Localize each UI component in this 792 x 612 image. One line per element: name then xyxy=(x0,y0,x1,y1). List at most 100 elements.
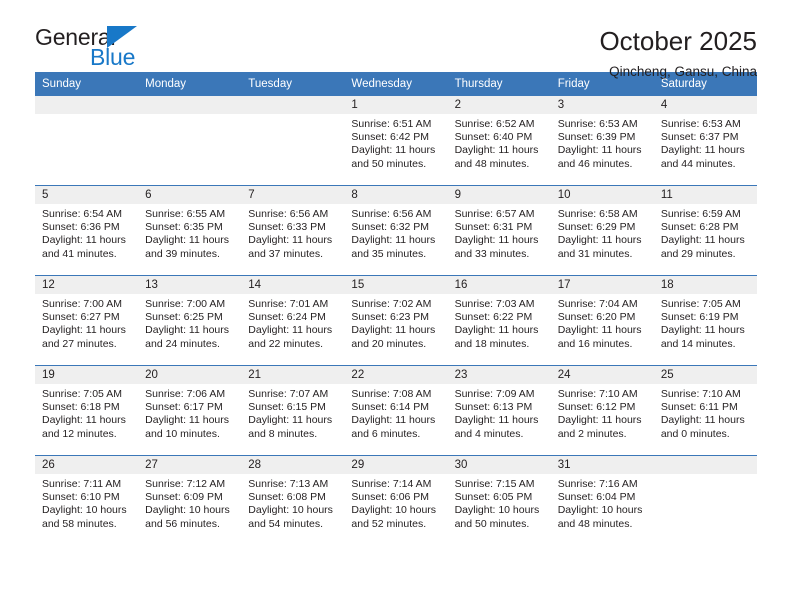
day-sun-info: Sunrise: 7:13 AM Sunset: 6:08 PM Daylight:… xyxy=(241,474,344,531)
sunrise-text: Sunrise: 6:59 AM xyxy=(660,208,741,220)
day-sun-info: Sunrise: 6:56 AM Sunset: 6:33 PM Daylight:… xyxy=(241,204,344,261)
day-cell-content: 21 Sunrise: 7:07 AM Sunset: 6:15 PM Dayligh… xyxy=(241,366,345,455)
day-number: 20 xyxy=(138,366,242,384)
calendar-day-cell[interactable]: 13 Sunrise: 7:00 AM Sunset: 6:25 PM Dayligh… xyxy=(138,275,242,366)
daylight-text-line2: and 44 minutes. xyxy=(660,157,736,170)
day-sun-info: Sunrise: 7:03 AM Sunset: 6:22 PM Daylight:… xyxy=(448,294,551,351)
day-sun-info: Sunrise: 7:04 AM Sunset: 6:20 PM Daylight:… xyxy=(551,294,654,351)
day-number xyxy=(138,96,242,114)
calendar-day-cell[interactable]: 6 Sunrise: 6:55 AM Sunset: 6:35 PM Daylight… xyxy=(138,185,242,276)
title-block: October 2025 Qincheng, Gansu, China xyxy=(599,24,757,81)
day-sun-info: Sunrise: 6:53 AM Sunset: 6:39 PM Daylight:… xyxy=(551,114,654,171)
day-number: 2 xyxy=(447,96,551,114)
daylight-text-line1: Daylight: 11 hours xyxy=(42,414,126,427)
daylight-text-line2: and 39 minutes. xyxy=(145,247,220,260)
sunset-text: Sunset: 6:29 PM xyxy=(557,221,636,234)
daylight-text-line1: Daylight: 11 hours xyxy=(145,414,229,427)
daylight-text-line2: and 10 minutes. xyxy=(145,427,220,440)
sunrise-text: Sunrise: 7:12 AM xyxy=(145,478,226,490)
daylight-text-line1: Daylight: 11 hours xyxy=(351,144,436,157)
calendar-day-cell[interactable]: 1 Sunrise: 6:51 AM Sunset: 6:42 PM Daylight… xyxy=(344,96,448,186)
calendar-day-cell[interactable]: 25 Sunrise: 7:10 AM Sunset: 6:11 PM Dayligh… xyxy=(653,365,757,456)
daylight-text-line2: and 18 minutes. xyxy=(454,337,530,350)
day-sun-info: Sunrise: 7:16 AM Sunset: 6:04 PM Daylight:… xyxy=(551,474,654,531)
sunrise-text: Sunrise: 6:51 AM xyxy=(351,118,432,130)
calendar-day-cell[interactable]: 18 Sunrise: 7:05 AM Sunset: 6:19 PM Dayligh… xyxy=(653,275,757,366)
day-sun-info: Sunrise: 6:52 AM Sunset: 6:40 PM Daylight:… xyxy=(448,114,551,171)
calendar-day-cell[interactable]: 12 Sunrise: 7:00 AM Sunset: 6:27 PM Dayligh… xyxy=(35,275,139,366)
day-sun-info: Sunrise: 6:55 AM Sunset: 6:35 PM Daylight:… xyxy=(138,204,241,261)
sunset-text: Sunset: 6:23 PM xyxy=(351,311,430,324)
sunrise-text: Sunrise: 7:10 AM xyxy=(557,388,638,400)
calendar-week-row: 19 Sunrise: 7:05 AM Sunset: 6:18 PM Dayligh… xyxy=(35,365,757,456)
calendar-day-cell[interactable]: 7 Sunrise: 6:56 AM Sunset: 6:33 PM Daylight… xyxy=(241,185,345,276)
calendar-week-row: 26 Sunrise: 7:11 AM Sunset: 6:10 PM Dayligh… xyxy=(35,455,757,545)
day-number: 29 xyxy=(344,456,448,474)
calendar-day-cell[interactable]: 10 Sunrise: 6:58 AM Sunset: 6:29 PM Dayligh… xyxy=(550,185,654,276)
calendar-day-cell[interactable]: 22 Sunrise: 7:08 AM Sunset: 6:14 PM Dayligh… xyxy=(344,365,448,456)
calendar-day-cell[interactable]: 16 Sunrise: 7:03 AM Sunset: 6:22 PM Dayligh… xyxy=(447,275,551,366)
calendar-day-cell[interactable]: 8 Sunrise: 6:56 AM Sunset: 6:32 PM Daylight… xyxy=(344,185,448,276)
calendar-day-cell[interactable]: 27 Sunrise: 7:12 AM Sunset: 6:09 PM Dayligh… xyxy=(138,455,242,545)
calendar-day-cell[interactable]: 9 Sunrise: 6:57 AM Sunset: 6:31 PM Daylight… xyxy=(447,185,551,276)
sunset-text: Sunset: 6:10 PM xyxy=(42,491,120,504)
generalblue-logo[interactable]: General Blue xyxy=(35,24,235,74)
day-cell-content: 8 Sunrise: 6:56 AM Sunset: 6:32 PM Daylight… xyxy=(344,186,448,275)
daylight-text-line1: Daylight: 11 hours xyxy=(145,324,229,337)
day-number: 24 xyxy=(550,366,654,384)
daylight-text-line1: Daylight: 11 hours xyxy=(454,414,539,427)
sunset-text: Sunset: 6:05 PM xyxy=(454,491,533,504)
calendar-day-cell[interactable]: 2 Sunrise: 6:52 AM Sunset: 6:40 PM Daylight… xyxy=(447,96,551,186)
calendar-day-cell[interactable]: 31 Sunrise: 7:16 AM Sunset: 6:04 PM Dayligh… xyxy=(550,455,654,545)
day-number: 27 xyxy=(138,456,242,474)
daylight-text-line2: and 33 minutes. xyxy=(454,247,530,260)
weekday-header-monday: Monday xyxy=(138,72,242,96)
day-number: 25 xyxy=(653,366,757,384)
sunrise-text: Sunrise: 7:16 AM xyxy=(557,478,638,490)
calendar-day-cell[interactable]: 14 Sunrise: 7:01 AM Sunset: 6:24 PM Dayligh… xyxy=(241,275,345,366)
day-cell-content: 2 Sunrise: 6:52 AM Sunset: 6:40 PM Daylight… xyxy=(447,96,551,185)
daylight-text-line2: and 8 minutes. xyxy=(248,427,318,440)
calendar-day-cell[interactable]: 24 Sunrise: 7:10 AM Sunset: 6:12 PM Dayligh… xyxy=(550,365,654,456)
calendar-day-cell[interactable]: 28 Sunrise: 7:13 AM Sunset: 6:08 PM Dayligh… xyxy=(241,455,345,545)
daylight-text-line1: Daylight: 11 hours xyxy=(660,324,745,337)
calendar-day-cell[interactable]: 20 Sunrise: 7:06 AM Sunset: 6:17 PM Dayligh… xyxy=(138,365,242,456)
daylight-text-line2: and 14 minutes. xyxy=(660,337,736,350)
calendar-day-cell[interactable]: 17 Sunrise: 7:04 AM Sunset: 6:20 PM Dayligh… xyxy=(550,275,654,366)
daylight-text-line2: and 4 minutes. xyxy=(454,427,524,440)
calendar-day-cell[interactable]: 3 Sunrise: 6:53 AM Sunset: 6:39 PM Daylight… xyxy=(550,96,654,186)
sunset-text: Sunset: 6:28 PM xyxy=(660,221,739,234)
day-number: 4 xyxy=(653,96,757,114)
daylight-text-line1: Daylight: 11 hours xyxy=(42,234,126,247)
calendar-day-cell[interactable]: 15 Sunrise: 7:02 AM Sunset: 6:23 PM Dayligh… xyxy=(344,275,448,366)
sunrise-text: Sunrise: 7:06 AM xyxy=(145,388,226,400)
day-sun-info: Sunrise: 7:11 AM Sunset: 6:10 PM Daylight:… xyxy=(35,474,138,531)
sunset-text: Sunset: 6:11 PM xyxy=(660,401,738,414)
sunrise-text: Sunrise: 7:10 AM xyxy=(660,388,741,400)
sunset-text: Sunset: 6:24 PM xyxy=(248,311,326,324)
day-number: 13 xyxy=(138,276,242,294)
calendar-day-cell[interactable]: 30 Sunrise: 7:15 AM Sunset: 6:05 PM Dayligh… xyxy=(447,455,551,545)
sunrise-text: Sunrise: 7:13 AM xyxy=(248,478,329,490)
calendar-day-cell[interactable]: 11 Sunrise: 6:59 AM Sunset: 6:28 PM Dayligh… xyxy=(653,185,757,276)
daylight-text-line1: Daylight: 11 hours xyxy=(454,324,539,337)
calendar-day-cell[interactable]: 4 Sunrise: 6:53 AM Sunset: 6:37 PM Daylight… xyxy=(653,96,757,186)
calendar-day-cell[interactable]: 29 Sunrise: 7:14 AM Sunset: 6:06 PM Dayligh… xyxy=(344,455,448,545)
calendar-day-cell[interactable]: 19 Sunrise: 7:05 AM Sunset: 6:18 PM Dayligh… xyxy=(35,365,139,456)
daylight-text-line2: and 0 minutes. xyxy=(660,427,730,440)
daylight-text-line1: Daylight: 11 hours xyxy=(660,144,745,157)
daylight-text-line2: and 12 minutes. xyxy=(42,427,117,440)
daylight-text-line2: and 6 minutes. xyxy=(351,427,421,440)
sunset-text: Sunset: 6:04 PM xyxy=(557,491,636,504)
day-number: 10 xyxy=(550,186,654,204)
daylight-text-line2: and 22 minutes. xyxy=(248,337,323,350)
calendar-day-cell[interactable]: 5 Sunrise: 6:54 AM Sunset: 6:36 PM Daylight… xyxy=(35,185,139,276)
day-sun-info: Sunrise: 7:08 AM Sunset: 6:14 PM Daylight:… xyxy=(344,384,447,441)
calendar-day-cell[interactable]: 23 Sunrise: 7:09 AM Sunset: 6:13 PM Dayligh… xyxy=(447,365,551,456)
calendar-day-cell[interactable]: 21 Sunrise: 7:07 AM Sunset: 6:15 PM Dayligh… xyxy=(241,365,345,456)
day-sun-info: Sunrise: 6:51 AM Sunset: 6:42 PM Daylight:… xyxy=(344,114,447,171)
calendar-day-cell[interactable]: 26 Sunrise: 7:11 AM Sunset: 6:10 PM Dayligh… xyxy=(35,455,139,545)
daylight-text-line2: and 50 minutes. xyxy=(454,517,530,530)
sunrise-text: Sunrise: 7:00 AM xyxy=(145,298,226,310)
day-sun-info: Sunrise: 7:10 AM Sunset: 6:11 PM Daylight:… xyxy=(654,384,757,441)
